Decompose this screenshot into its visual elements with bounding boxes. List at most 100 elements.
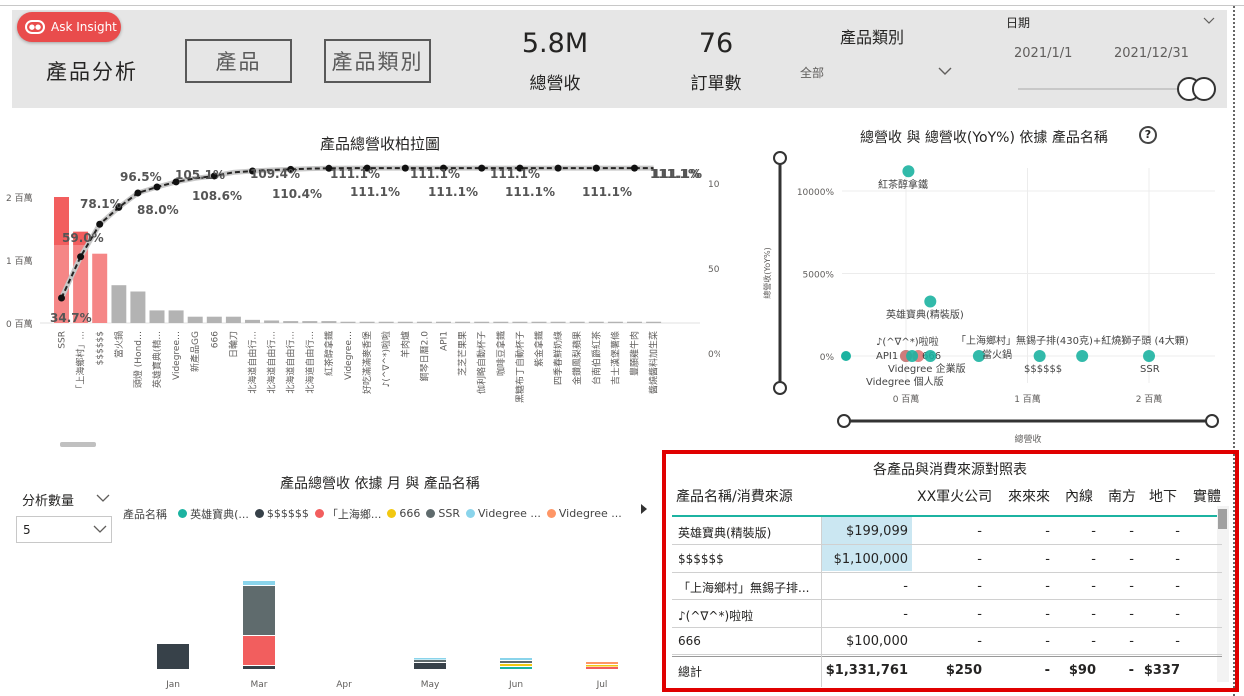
scatter-point-label: Videgree 個人版 — [866, 375, 944, 388]
pareto-category-label: 「上海鄉村」... — [75, 331, 87, 394]
matrix-column-divider — [821, 517, 822, 687]
legend-item[interactable]: Videgree ... — [546, 507, 622, 520]
chevron-down-icon[interactable] — [96, 494, 110, 503]
monthly-chart: Jan Mar Apr May Jun Jul — [157, 581, 618, 690]
pareto-bar — [416, 321, 432, 323]
pareto-bar — [627, 321, 642, 323]
matrix-cell: - — [1045, 524, 1050, 539]
scatter-point-label: ♪(^∇^*)啦啦 — [876, 335, 939, 348]
matrix-row[interactable]: 666 $100,000 - - - - - — [672, 628, 1222, 656]
category-slicer-dropdown[interactable]: 全部 — [798, 58, 958, 84]
pareto-bar — [264, 320, 280, 323]
matrix-cell: $337 — [1143, 663, 1180, 678]
monthly-bar-segment — [243, 636, 275, 665]
matrix-col-header-source-4[interactable]: 南方 — [1108, 486, 1136, 506]
pareto-pct-label: 111.1% — [410, 167, 460, 181]
pareto-bar — [474, 321, 490, 323]
scatter-y-label: 總營收(YoY%) — [762, 247, 772, 298]
pareto-pct-label: 110.4% — [272, 187, 322, 201]
ask-insight-button[interactable]: ●● Ask Insight — [17, 12, 121, 42]
matrix-col-header-source-3[interactable]: 內線 — [1065, 486, 1093, 506]
pareto-category-label: 金鑽鳳梨蘋果 — [571, 331, 583, 385]
legend-item[interactable]: $$$$$$ — [254, 507, 309, 520]
matrix-row[interactable]: 英雄寶典(精裝版) $199,099 - - - - - — [672, 518, 1222, 545]
revenue-kpi-label: 總營收 — [529, 74, 581, 94]
pareto-pct-label: 111.1% — [330, 167, 380, 181]
legend-item[interactable]: 英雄寶典(... — [178, 506, 249, 522]
pareto-cumulative-point — [401, 164, 409, 172]
legend-next-arrow-icon[interactable] — [640, 504, 648, 514]
monthly-title: 產品總營收 依據 月 與 產品名稱 — [280, 476, 480, 492]
matrix-total-row[interactable]: 總計 $1,331,761 $250- $90- $337 — [672, 656, 1222, 683]
monthly-bar-segment — [500, 661, 532, 663]
pareto-bar — [245, 319, 260, 323]
legend-label: Videgree ... — [477, 507, 541, 520]
ask-insight-label: Ask Insight — [51, 20, 117, 34]
monthly-bar-segment — [586, 665, 618, 667]
scatter-x-tick: 2 百萬 — [1136, 393, 1163, 405]
help-icon[interactable]: ? — [1139, 126, 1157, 144]
pareto-pct-label: 111.1% — [505, 185, 555, 199]
scatter-point-label: $$$$$$ — [1024, 364, 1062, 375]
matrix-col-header-source-1[interactable]: XX軍火公司 — [917, 486, 992, 506]
pareto-pct-label: 108.6% — [192, 189, 242, 203]
pareto-scrollbar — [60, 442, 96, 447]
top-divider — [0, 5, 1244, 6]
pareto-bar — [302, 321, 318, 323]
chevron-down-icon[interactable] — [1203, 17, 1215, 25]
legend-label: 「上海鄉... — [326, 507, 382, 521]
legend-item[interactable]: SSR — [426, 507, 460, 520]
scatter-y-zoom-handle — [773, 151, 787, 165]
category-nav-button[interactable]: 產品類別 — [324, 39, 431, 83]
category-slicer-title: 產品類別 — [840, 28, 905, 47]
matrix-row-label: 總計 — [678, 665, 703, 679]
legend-dot-icon — [465, 509, 475, 518]
pareto-bar — [436, 321, 451, 323]
matrix-row[interactable]: $$$$$$ $1,100,000 - - - - - — [672, 546, 1222, 573]
matrix-row[interactable]: 「上海鄉村」無錫子排... - - - - - - — [672, 573, 1222, 601]
pareto-category-label: 四季春鮮奶綠 — [552, 331, 564, 385]
matrix-col-header-source-6[interactable]: 實體 — [1193, 486, 1221, 506]
pareto-pct-label: 111.1% — [582, 185, 632, 199]
legend-dot-icon — [387, 509, 397, 518]
pareto-pct-label: 111.1% — [652, 167, 702, 181]
pareto-pct-label: 34.7% — [50, 311, 92, 325]
pareto-cumulative-point — [153, 183, 161, 191]
matrix-row-label: ♪(^∇^*)啦啦 — [678, 608, 754, 623]
matrix-cell: - — [1045, 579, 1050, 595]
pareto-cumulative-point — [77, 253, 85, 261]
matrix-cell: $100,000 — [845, 634, 908, 650]
pareto-bar — [569, 321, 585, 323]
pareto-pct-label: 111.1% — [350, 185, 400, 199]
legend-item[interactable]: Videgree ... — [465, 507, 541, 520]
legend-item[interactable]: 666 — [387, 507, 420, 520]
date-range-end-handle[interactable] — [1192, 77, 1216, 101]
legend-item[interactable]: 「上海鄉... — [314, 506, 382, 522]
matrix-col-header-source-2[interactable]: 來來來 — [1008, 486, 1050, 506]
orders-kpi-label: 訂單數 — [690, 74, 742, 94]
pareto-bar — [397, 321, 413, 323]
matrix-cell: - — [1175, 551, 1180, 567]
date-start-input[interactable]: 2021/1/1 — [1006, 40, 1096, 66]
pareto-category-label: ♪(^∇^*)啦啦 — [380, 331, 392, 387]
scatter-x-tick: 0 百萬 — [893, 393, 920, 405]
monthly-bar-segment — [414, 660, 446, 662]
monthly-bar-segment — [157, 644, 189, 669]
monthly-bar-segment — [243, 581, 275, 585]
matrix-col-header-source-5[interactable]: 地下 — [1149, 486, 1177, 506]
product-nav-button[interactable]: 產品 — [185, 39, 292, 83]
scatter-x-zoom-handle — [837, 414, 851, 428]
matrix-cell: - — [1044, 663, 1050, 678]
scatter-point — [924, 350, 937, 362]
matrix-cell: - — [977, 606, 982, 622]
monthly-x-tick: Jun — [508, 680, 523, 690]
scatter-point-label: 「上海鄉村」無錫子排(430克)+紅燒獅子頭 (4大顆) — [956, 334, 1189, 347]
chevron-down-icon — [938, 67, 952, 75]
matrix-cell: - — [1175, 606, 1180, 622]
matrix-row[interactable]: ♪(^∇^*)啦啦 - - - - - - — [672, 601, 1222, 628]
scatter-y-tick: 5000% — [803, 271, 835, 281]
page-title: 產品分析 — [46, 60, 138, 84]
monthly-x-tick: Jul — [596, 680, 608, 690]
analysis-count-dropdown[interactable]: 5 — [16, 516, 112, 543]
date-end-input[interactable]: 2021/12/31 — [1106, 40, 1206, 66]
